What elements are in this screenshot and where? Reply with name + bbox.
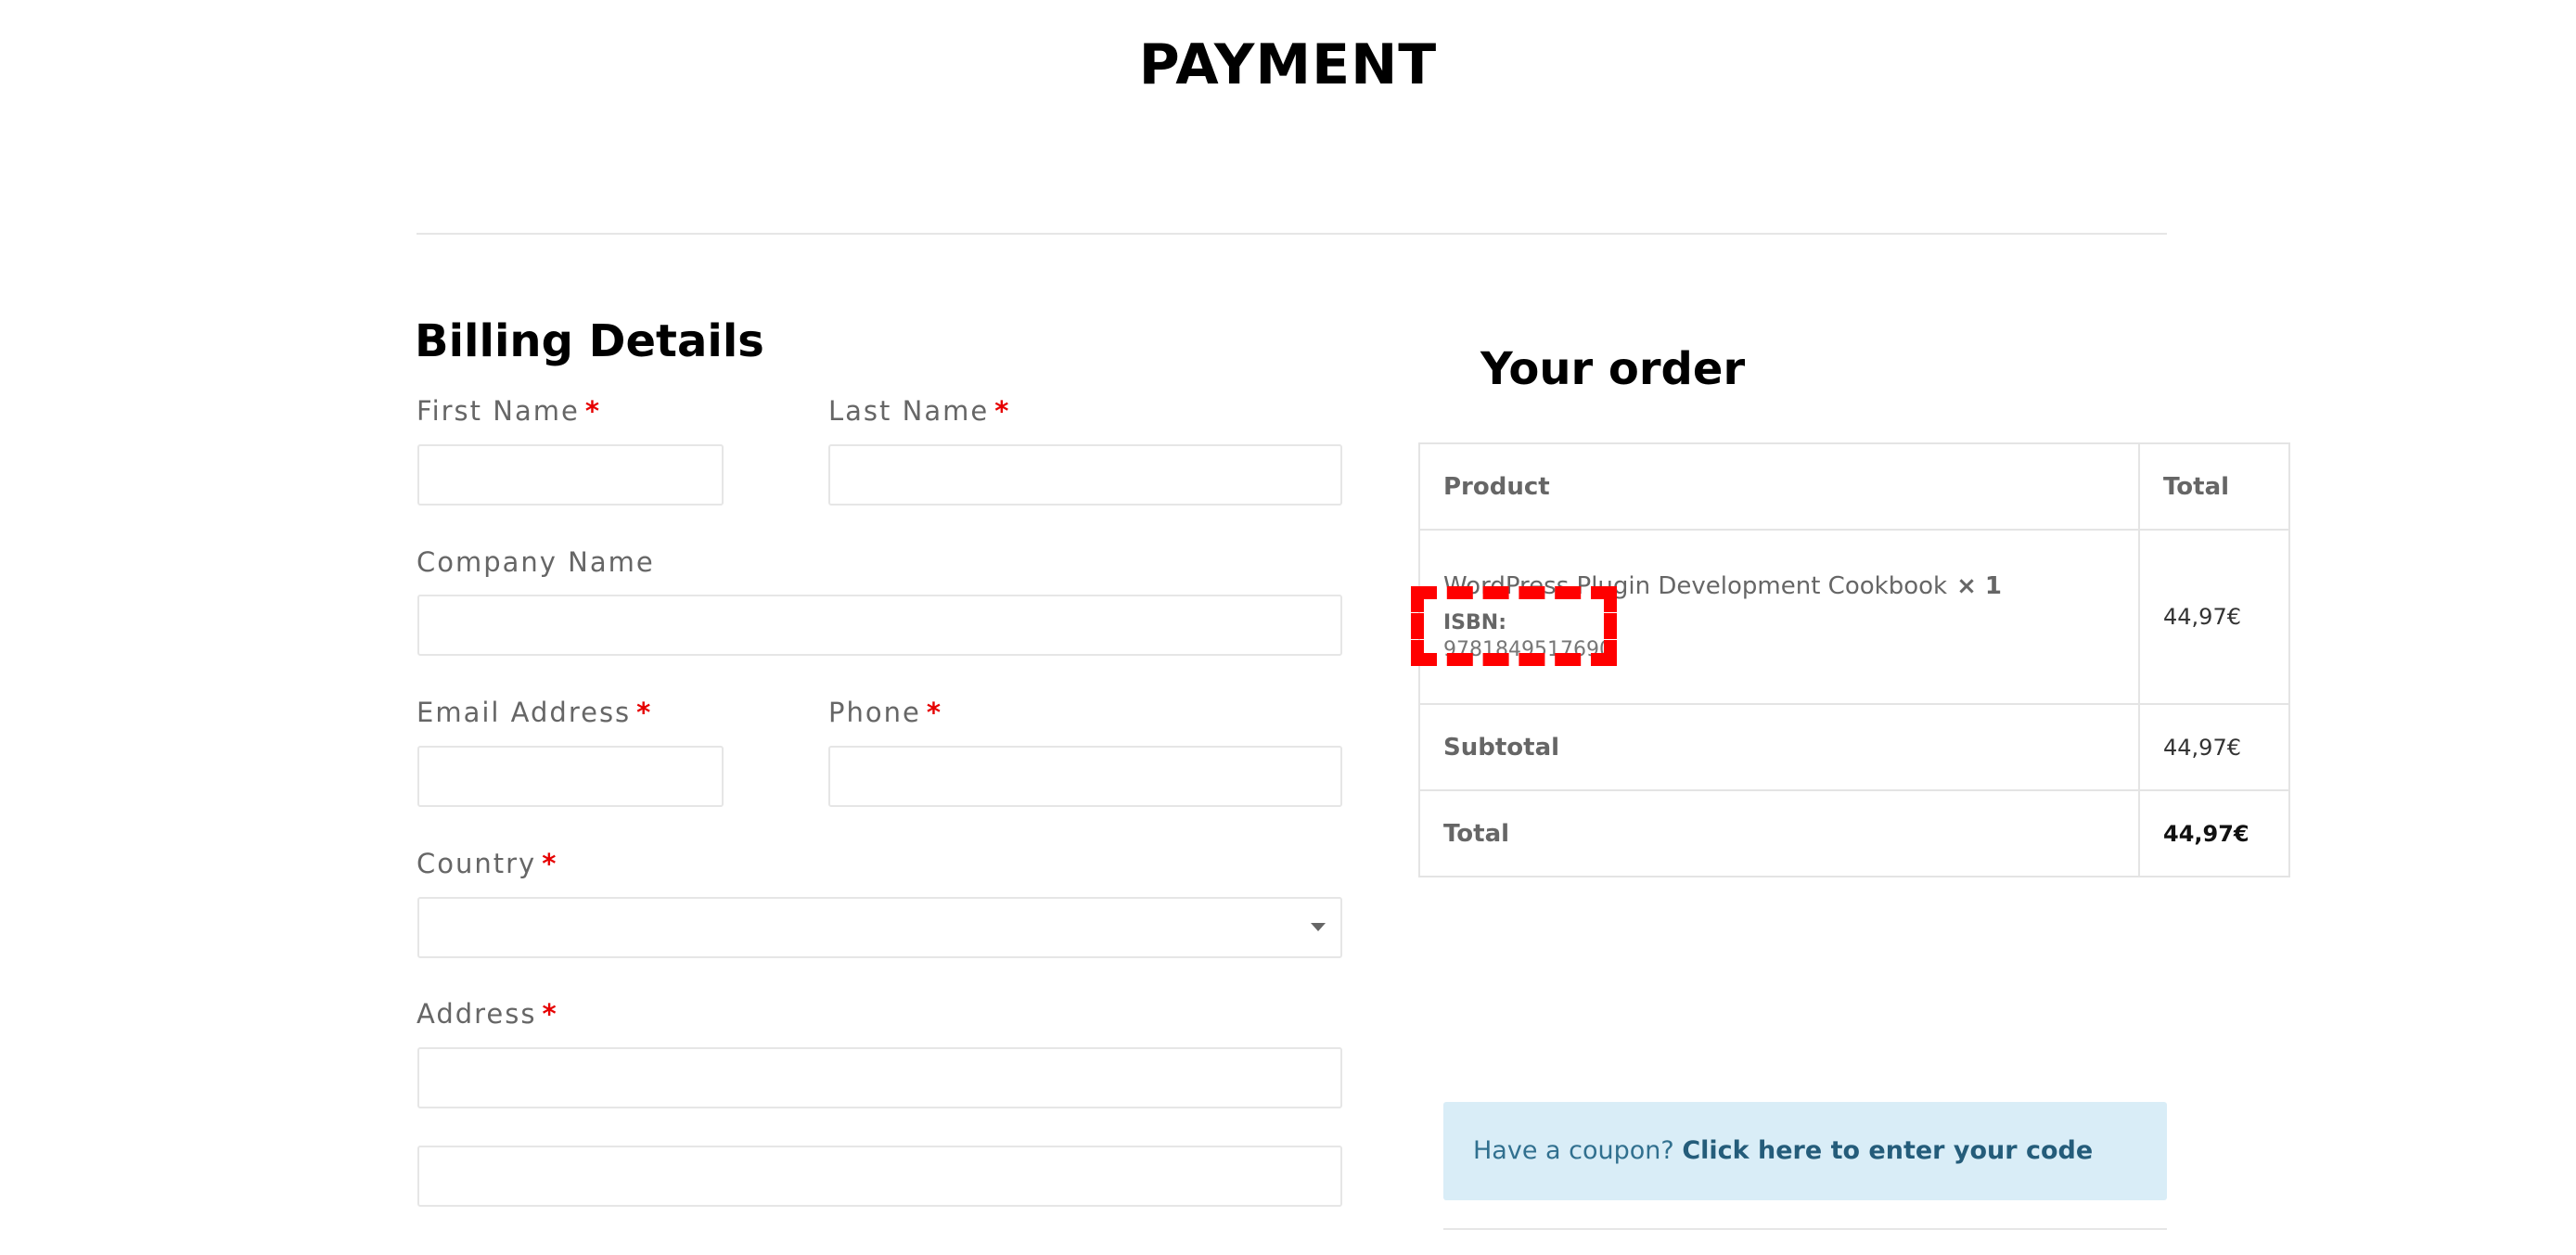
page-title: PAYMENT bbox=[1138, 32, 1438, 97]
chevron-down-icon bbox=[1311, 923, 1326, 931]
country-label: Country * bbox=[417, 848, 557, 879]
enter-coupon-link[interactable]: Click here to enter your code bbox=[1682, 1136, 2093, 1165]
product-cell: WordPress Plugin Development Cookbook × 1… bbox=[1418, 529, 2140, 705]
address-line-1-input[interactable] bbox=[417, 1047, 1342, 1108]
phone-input[interactable] bbox=[828, 746, 1342, 807]
email-input[interactable] bbox=[417, 746, 724, 807]
table-row: WordPress Plugin Development Cookbook × 1… bbox=[1418, 529, 2290, 705]
required-marker: * bbox=[542, 848, 557, 879]
company-name-input[interactable] bbox=[417, 595, 1342, 656]
billing-details-heading: Billing Details bbox=[415, 315, 764, 367]
required-marker: * bbox=[584, 395, 599, 427]
total-label: Total bbox=[1418, 789, 2140, 877]
subtotal-row: Subtotal 44,97€ bbox=[1418, 703, 2290, 791]
subtotal-value: 44,97€ bbox=[2163, 734, 2241, 761]
header-divider bbox=[417, 233, 2167, 235]
your-order-heading: Your order bbox=[1480, 343, 1746, 395]
first-name-input[interactable] bbox=[417, 444, 724, 506]
product-name: WordPress Plugin Development Cookbook bbox=[1443, 572, 1948, 600]
email-label: Email Address * bbox=[417, 697, 651, 728]
isbn-label: ISBN: bbox=[1443, 611, 1507, 634]
address-label: Address * bbox=[417, 998, 557, 1030]
required-marker: * bbox=[994, 395, 1009, 427]
total-row: Total 44,97€ bbox=[1418, 789, 2290, 877]
required-marker: * bbox=[542, 998, 557, 1030]
column-header-total: Total bbox=[2138, 442, 2290, 531]
total-value: 44,97€ bbox=[2163, 820, 2249, 847]
first-name-label: First Name * bbox=[417, 395, 599, 427]
product-quantity: × 1 bbox=[1956, 572, 2003, 600]
isbn-value: 9781849517690 bbox=[1443, 638, 1612, 661]
coupon-notice: Have a coupon? Click here to enter your … bbox=[1443, 1102, 2167, 1200]
table-header-row: Product Total bbox=[1418, 442, 2290, 531]
required-marker: * bbox=[636, 697, 651, 728]
address-line-2-input[interactable] bbox=[417, 1146, 1342, 1207]
order-review-table: Product Total WordPress Plugin Developme… bbox=[1418, 442, 2290, 877]
company-name-label: Company Name bbox=[417, 546, 655, 578]
last-name-input[interactable] bbox=[828, 444, 1342, 506]
product-total: 44,97€ bbox=[2163, 604, 2241, 630]
phone-label: Phone * bbox=[828, 697, 942, 728]
last-name-label: Last Name * bbox=[828, 395, 1009, 427]
coupon-divider bbox=[1443, 1228, 2167, 1230]
required-marker: * bbox=[926, 697, 942, 728]
column-header-product: Product bbox=[1418, 442, 2140, 531]
coupon-prompt: Have a coupon? bbox=[1473, 1136, 1674, 1165]
subtotal-label: Subtotal bbox=[1418, 703, 2140, 791]
country-select[interactable] bbox=[417, 897, 1342, 958]
product-total-cell: 44,97€ bbox=[2138, 529, 2290, 705]
